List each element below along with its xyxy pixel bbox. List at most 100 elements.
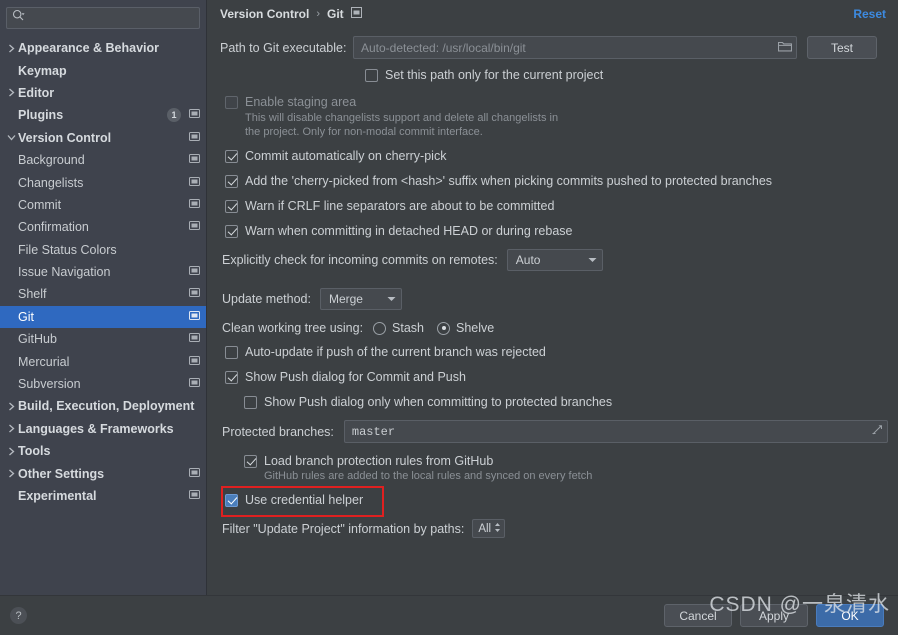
use-credential-helper-checkbox[interactable] xyxy=(225,493,238,507)
show-push-dialog-row[interactable]: Show Push dialog for Commit and Push xyxy=(220,370,888,384)
chevron-right-icon[interactable] xyxy=(5,44,18,53)
project-scope-icon[interactable] xyxy=(189,489,200,503)
protected-branches-value: master xyxy=(351,424,396,439)
show-push-protected-row[interactable]: Show Push dialog only when committing to… xyxy=(220,395,888,409)
sidebar-item-tools[interactable]: Tools xyxy=(0,440,206,462)
sidebar-item-confirmation[interactable]: Confirmation xyxy=(0,216,206,238)
git-option-checkbox-1[interactable] xyxy=(225,174,238,188)
chevron-right-icon[interactable] xyxy=(5,88,18,97)
project-scope-icon[interactable] xyxy=(189,176,200,190)
git-path-input[interactable]: Auto-detected: /usr/local/bin/git xyxy=(353,36,797,59)
git-option-label-0: Commit automatically on cherry-pick xyxy=(245,149,447,163)
sidebar-item-keymap[interactable]: Keymap xyxy=(0,59,206,81)
git-option-checkbox-2[interactable] xyxy=(225,199,238,213)
filter-paths-label: Filter "Update Project" information by p… xyxy=(222,521,465,536)
set-path-project-row[interactable]: Set this path only for the current proje… xyxy=(220,68,888,82)
project-scope-icon[interactable] xyxy=(189,467,200,481)
sidebar-item-languages-frameworks[interactable]: Languages & Frameworks xyxy=(0,418,206,440)
clean-working-tree-row: Clean working tree using: Stash Shelve xyxy=(220,321,888,335)
search-icon xyxy=(12,9,25,27)
sidebar-item-changelists[interactable]: Changelists xyxy=(0,171,206,193)
project-scope-icon[interactable] xyxy=(189,198,200,212)
sidebar-item-github[interactable]: GitHub xyxy=(0,328,206,350)
protected-branches-row: Protected branches: master xyxy=(220,420,888,443)
folder-icon[interactable] xyxy=(777,40,793,55)
load-branch-rules-checkbox[interactable] xyxy=(244,454,257,468)
project-scope-icon[interactable] xyxy=(189,287,200,301)
use-credential-helper-row[interactable]: Use credential helper xyxy=(220,493,888,507)
sidebar-item-label: Background xyxy=(18,153,85,168)
sidebar-item-commit[interactable]: Commit xyxy=(0,194,206,216)
project-scope-icon[interactable] xyxy=(189,332,200,346)
auto-update-checkbox[interactable] xyxy=(225,345,238,359)
ok-button[interactable]: OK xyxy=(816,604,884,627)
test-button[interactable]: Test xyxy=(807,36,877,59)
chevron-right-icon[interactable] xyxy=(5,424,18,433)
git-option-checkbox-3[interactable] xyxy=(225,224,238,238)
chevron-right-icon[interactable] xyxy=(5,469,18,478)
reset-link[interactable]: Reset xyxy=(853,7,886,21)
help-icon[interactable]: ? xyxy=(10,607,27,624)
git-option-label-2: Warn if CRLF line separators are about t… xyxy=(245,199,555,213)
project-scope-icon[interactable] xyxy=(189,310,200,324)
project-scope-icon[interactable] xyxy=(189,220,200,234)
sidebar-item-shelf[interactable]: Shelf xyxy=(0,283,206,305)
load-branch-rules-hint: GitHub rules are added to the local rule… xyxy=(264,470,593,482)
breadcrumb-parent[interactable]: Version Control xyxy=(220,7,309,21)
project-scope-icon[interactable] xyxy=(189,265,200,279)
sidebar-item-appearance-behavior[interactable]: Appearance & Behavior xyxy=(0,37,206,59)
chevron-right-icon[interactable] xyxy=(5,402,18,411)
sidebar-item-background[interactable]: Background xyxy=(0,149,206,171)
cancel-button[interactable]: Cancel xyxy=(664,604,732,627)
git-option-row-1[interactable]: Add the 'cherry-picked from <hash>' suff… xyxy=(220,174,888,188)
project-scope-icon[interactable] xyxy=(189,108,200,122)
auto-update-row[interactable]: Auto-update if push of the current branc… xyxy=(220,345,888,359)
enable-staging-checkbox[interactable] xyxy=(225,95,238,109)
project-scope-icon[interactable] xyxy=(189,131,200,145)
radio-stash[interactable] xyxy=(373,321,387,335)
incoming-commits-value: Auto xyxy=(515,253,541,267)
sidebar-item-subversion[interactable]: Subversion xyxy=(0,373,206,395)
sidebar-item-experimental[interactable]: Experimental xyxy=(0,485,206,507)
git-option-row-2[interactable]: Warn if CRLF line separators are about t… xyxy=(220,199,888,213)
sidebar-item-plugins[interactable]: Plugins 1 xyxy=(0,104,206,126)
git-option-row-0[interactable]: Commit automatically on cherry-pick xyxy=(220,149,888,163)
sidebar-item-editor[interactable]: Editor xyxy=(0,82,206,104)
load-branch-rules-row[interactable]: Load branch protection rules from GitHub xyxy=(220,454,888,468)
chevron-down-icon[interactable] xyxy=(5,134,18,141)
sidebar-item-git[interactable]: Git xyxy=(0,305,206,329)
chevron-down-icon xyxy=(373,296,396,302)
protected-branches-input[interactable]: master xyxy=(343,420,888,443)
expand-icon[interactable] xyxy=(871,424,883,439)
git-path-row: Path to Git executable: Auto-detected: /… xyxy=(220,36,888,59)
sidebar-item-label: Tools xyxy=(18,444,51,459)
git-option-row-3[interactable]: Warn when committing in detached HEAD or… xyxy=(220,224,888,238)
sidebar-item-label: Git xyxy=(18,309,34,324)
radio-shelve[interactable] xyxy=(437,321,451,335)
git-option-checkbox-0[interactable] xyxy=(225,149,238,163)
show-push-protected-checkbox[interactable] xyxy=(244,395,257,409)
set-path-project-checkbox[interactable] xyxy=(365,68,378,82)
project-scope-icon[interactable] xyxy=(189,153,200,167)
sidebar-item-mercurial[interactable]: Mercurial xyxy=(0,350,206,372)
sidebar-item-version-control[interactable]: Version Control xyxy=(0,127,206,149)
incoming-commits-label: Explicitly check for incoming commits on… xyxy=(222,253,498,267)
sidebar-item-issue-navigation[interactable]: Issue Navigation xyxy=(0,261,206,283)
update-method-dropdown[interactable]: Merge xyxy=(319,288,402,310)
update-method-value: Merge xyxy=(328,292,363,306)
filter-paths-dropdown[interactable]: All xyxy=(472,519,506,538)
search-box[interactable] xyxy=(6,7,200,29)
incoming-commits-dropdown[interactable]: Auto xyxy=(506,249,603,271)
update-method-row: Update method: Merge xyxy=(220,288,888,310)
enable-staging-row[interactable]: Enable staging area xyxy=(220,95,888,109)
show-push-dialog-checkbox[interactable] xyxy=(225,370,238,384)
apply-button[interactable]: Apply xyxy=(740,604,808,627)
sidebar-item-label: File Status Colors xyxy=(18,242,117,257)
sidebar-item-other-settings[interactable]: Other Settings xyxy=(0,462,206,484)
chevron-right-icon[interactable] xyxy=(5,447,18,456)
project-scope-icon[interactable] xyxy=(350,7,362,21)
project-scope-icon[interactable] xyxy=(189,377,200,391)
project-scope-icon[interactable] xyxy=(189,355,200,369)
sidebar-item-build-execution-deployment[interactable]: Build, Execution, Deployment xyxy=(0,395,206,417)
sidebar-item-file-status-colors[interactable]: File Status Colors xyxy=(0,239,206,261)
